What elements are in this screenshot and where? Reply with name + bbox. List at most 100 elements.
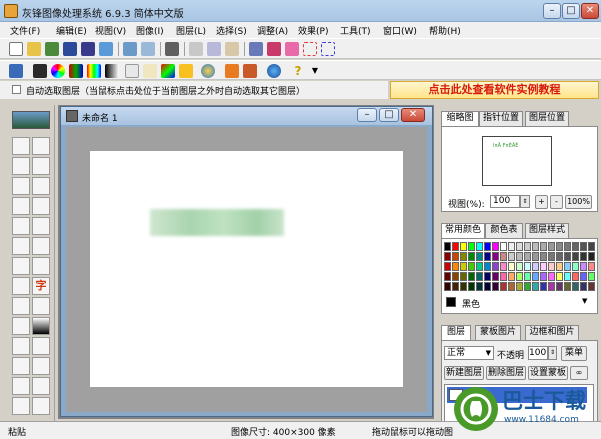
menu-tools[interactable]: 工具(T) <box>340 24 371 37</box>
spectrum-icon[interactable] <box>87 64 101 78</box>
highlighter-icon[interactable] <box>32 357 50 375</box>
deselect-icon[interactable] <box>321 42 335 56</box>
lasso-icon[interactable] <box>12 177 30 195</box>
color-swatch[interactable] <box>556 282 563 291</box>
color-swatch[interactable] <box>532 272 539 281</box>
menu-file[interactable]: 文件(F) <box>10 24 40 37</box>
polygon-select-icon[interactable] <box>12 197 30 215</box>
browse-icon[interactable] <box>141 42 155 56</box>
blank-icon[interactable] <box>125 64 139 78</box>
copy-icon[interactable] <box>207 42 221 56</box>
zoom-out-button[interactable]: - <box>550 195 563 209</box>
scan-icon[interactable] <box>99 42 113 56</box>
crop-icon[interactable] <box>267 42 281 56</box>
color-swatch[interactable] <box>476 282 483 291</box>
color-swatch[interactable] <box>468 262 475 271</box>
navigator-thumbnail[interactable]: I¤Ä F¤ÈÄÈ <box>482 136 552 186</box>
color-swatch[interactable] <box>500 252 507 261</box>
color-swatch[interactable] <box>468 272 475 281</box>
color-swatch[interactable] <box>524 272 531 281</box>
burn-icon[interactable] <box>32 377 50 395</box>
menu-window[interactable]: 窗口(W) <box>383 24 417 37</box>
color-swatch[interactable] <box>460 282 467 291</box>
color-swatch[interactable] <box>452 272 459 281</box>
color-swatch[interactable] <box>556 242 563 251</box>
tab-pointer-position[interactable]: 指针位置 <box>479 111 523 126</box>
color-swatch[interactable] <box>588 252 595 261</box>
color-swatch[interactable] <box>460 262 467 271</box>
color-swatch[interactable] <box>500 242 507 251</box>
undo-icon[interactable] <box>249 42 263 56</box>
maximize-button[interactable]: □ <box>562 3 580 19</box>
color-swatch[interactable] <box>580 262 587 271</box>
color-swatch[interactable] <box>476 242 483 251</box>
rounded-rect-icon[interactable] <box>32 257 50 275</box>
color-swatch[interactable] <box>548 262 555 271</box>
tab-layer-position[interactable]: 图层位置 <box>525 111 569 126</box>
help-icon[interactable]: ? <box>291 64 305 78</box>
rgb-icon[interactable] <box>69 64 83 78</box>
clone-icon[interactable] <box>12 217 30 235</box>
color-swatch[interactable] <box>516 252 523 261</box>
color-swatch[interactable] <box>516 272 523 281</box>
sun-icon[interactable] <box>12 377 30 395</box>
tab-layers[interactable]: 图层 <box>441 325 471 340</box>
color-swatch[interactable] <box>460 252 467 261</box>
color-swatch[interactable] <box>508 282 515 291</box>
menu-select[interactable]: 选择(S) <box>216 24 247 37</box>
color-swatch[interactable] <box>540 242 547 251</box>
color-swatch[interactable] <box>508 252 515 261</box>
gradient-tool-icon[interactable] <box>32 317 50 335</box>
color-swatch[interactable] <box>564 262 571 271</box>
cut-icon[interactable] <box>189 42 203 56</box>
color-swatch[interactable] <box>572 282 579 291</box>
film-icon[interactable] <box>33 64 47 78</box>
tutorial-banner[interactable]: 点击此处查看软件实例教程 <box>390 81 599 99</box>
color-swatch[interactable] <box>452 262 459 271</box>
color-swatch[interactable] <box>484 242 491 251</box>
eyedropper-icon[interactable] <box>12 337 30 355</box>
color-swatch[interactable] <box>580 272 587 281</box>
line-icon[interactable] <box>32 237 50 255</box>
color-swatch[interactable] <box>516 282 523 291</box>
color-swatch[interactable] <box>548 272 555 281</box>
menu-view[interactable]: 视图(V) <box>95 24 126 37</box>
color-swatch[interactable] <box>588 272 595 281</box>
save-icon[interactable] <box>63 42 77 56</box>
tab-layer-style[interactable]: 图层样式 <box>525 223 569 238</box>
frame-icon[interactable] <box>225 64 239 78</box>
save-as-icon[interactable] <box>81 42 95 56</box>
color-swatch[interactable] <box>588 282 595 291</box>
color-swatch[interactable] <box>516 262 523 271</box>
color-swatch-grid[interactable] <box>444 242 595 294</box>
open-folder-icon[interactable] <box>45 42 59 56</box>
color-swatch[interactable] <box>580 252 587 261</box>
color-swatch[interactable] <box>524 262 531 271</box>
canvas[interactable] <box>90 151 403 387</box>
color-swatch[interactable] <box>564 242 571 251</box>
color-swatch[interactable] <box>500 282 507 291</box>
menu-layer[interactable]: 图层(L) <box>176 24 206 37</box>
color-swatch[interactable] <box>492 262 499 271</box>
zoom-icon[interactable] <box>12 357 30 375</box>
auto-select-checkbox[interactable] <box>12 85 21 94</box>
color-swatch[interactable] <box>508 272 515 281</box>
layer-menu-button[interactable]: 菜单 <box>561 346 587 361</box>
smudge-icon[interactable] <box>32 397 50 415</box>
blend-mode-select[interactable]: 正常 ▼ <box>444 346 494 360</box>
tab-mask-images[interactable]: 蒙板图片 <box>475 325 521 340</box>
color-swatch[interactable] <box>588 262 595 271</box>
doc-maximize-button[interactable]: □ <box>379 108 399 122</box>
color-swatch[interactable] <box>556 262 563 271</box>
rectangle-icon[interactable] <box>12 237 30 255</box>
color-swatch[interactable] <box>484 272 491 281</box>
color-swatch[interactable] <box>476 272 483 281</box>
color-swatch[interactable] <box>460 242 467 251</box>
color-swatch[interactable] <box>540 252 547 261</box>
brush-icon[interactable] <box>32 337 50 355</box>
color-swatch[interactable] <box>468 282 475 291</box>
color-swatch[interactable] <box>452 282 459 291</box>
set-mask-button[interactable]: 设置蒙板 <box>528 366 568 380</box>
select-rect-icon[interactable] <box>303 42 317 56</box>
color-swatch[interactable] <box>572 252 579 261</box>
